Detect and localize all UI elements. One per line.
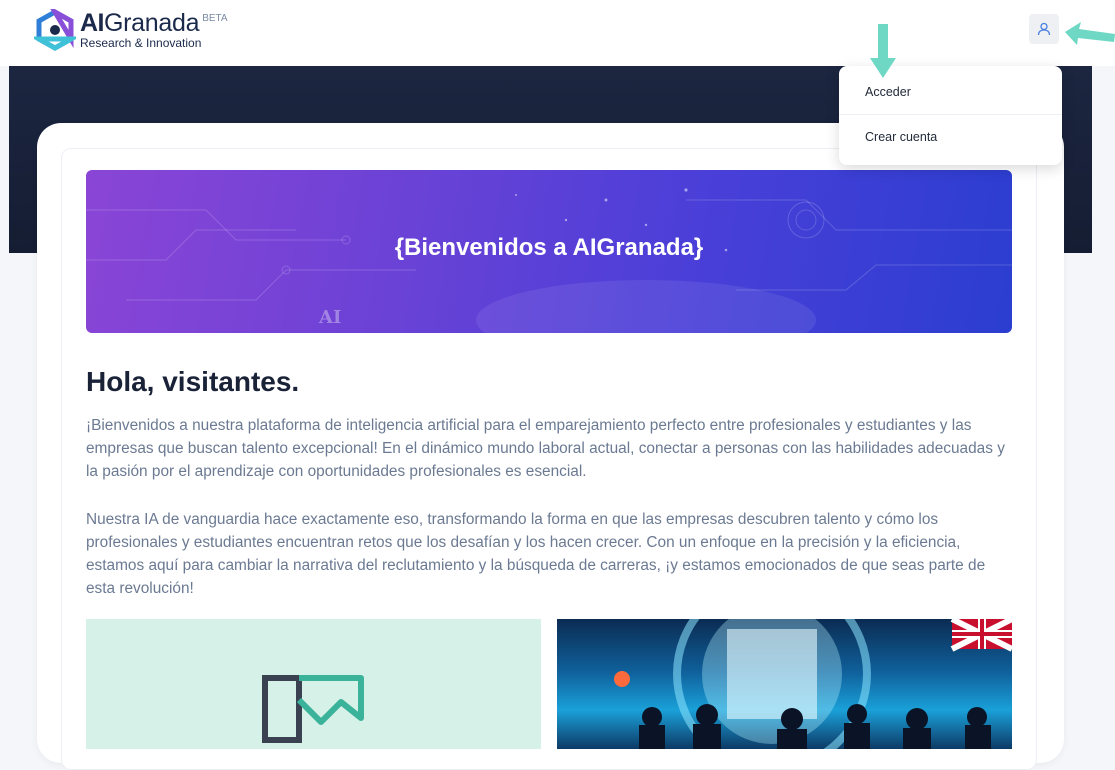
- user-menu-button[interactable]: [1029, 14, 1059, 44]
- menu-item-label: Crear cuenta: [865, 130, 938, 144]
- feature-tile-left[interactable]: [86, 619, 541, 749]
- left-arrow-icon: [1065, 22, 1115, 45]
- logo-mark-icon: [34, 9, 76, 51]
- menu-item-label: Acceder: [865, 85, 911, 99]
- logo-subtitle: Research & Innovation: [80, 36, 202, 50]
- brand-mark-icon: [262, 675, 364, 743]
- beta-badge: BETA: [202, 13, 228, 24]
- down-arrow-icon: [870, 24, 896, 78]
- mission-paragraph: Nuestra IA de vanguardia hace exactament…: [86, 511, 986, 597]
- futuristic-classroom-image: [614, 619, 1012, 749]
- intro-paragraph: ¡Bienvenidos a nuestra plataforma de int…: [86, 417, 1005, 480]
- banner-title: {Bienvenidos a AIGranada}: [394, 234, 704, 261]
- user-icon: [1037, 22, 1051, 36]
- feature-tile-right[interactable]: [557, 619, 1012, 749]
- welcome-banner: {Bienvenidos a AIGranada} AI: [86, 170, 1012, 333]
- top-header: AI Granada BETA Research & Innovation: [0, 0, 1115, 66]
- logo-ai-text: AI: [80, 9, 105, 37]
- logo-granada-text: Granada: [104, 9, 200, 37]
- page-heading: Hola, visitantes.: [86, 366, 300, 397]
- site-logo[interactable]: AI Granada BETA Research & Innovation: [34, 9, 228, 51]
- banner-ai-mark: AI: [319, 307, 342, 328]
- account-dropdown-menu: Acceder Crear cuenta: [839, 66, 1062, 165]
- menu-item-crear-cuenta[interactable]: Crear cuenta: [839, 115, 1062, 163]
